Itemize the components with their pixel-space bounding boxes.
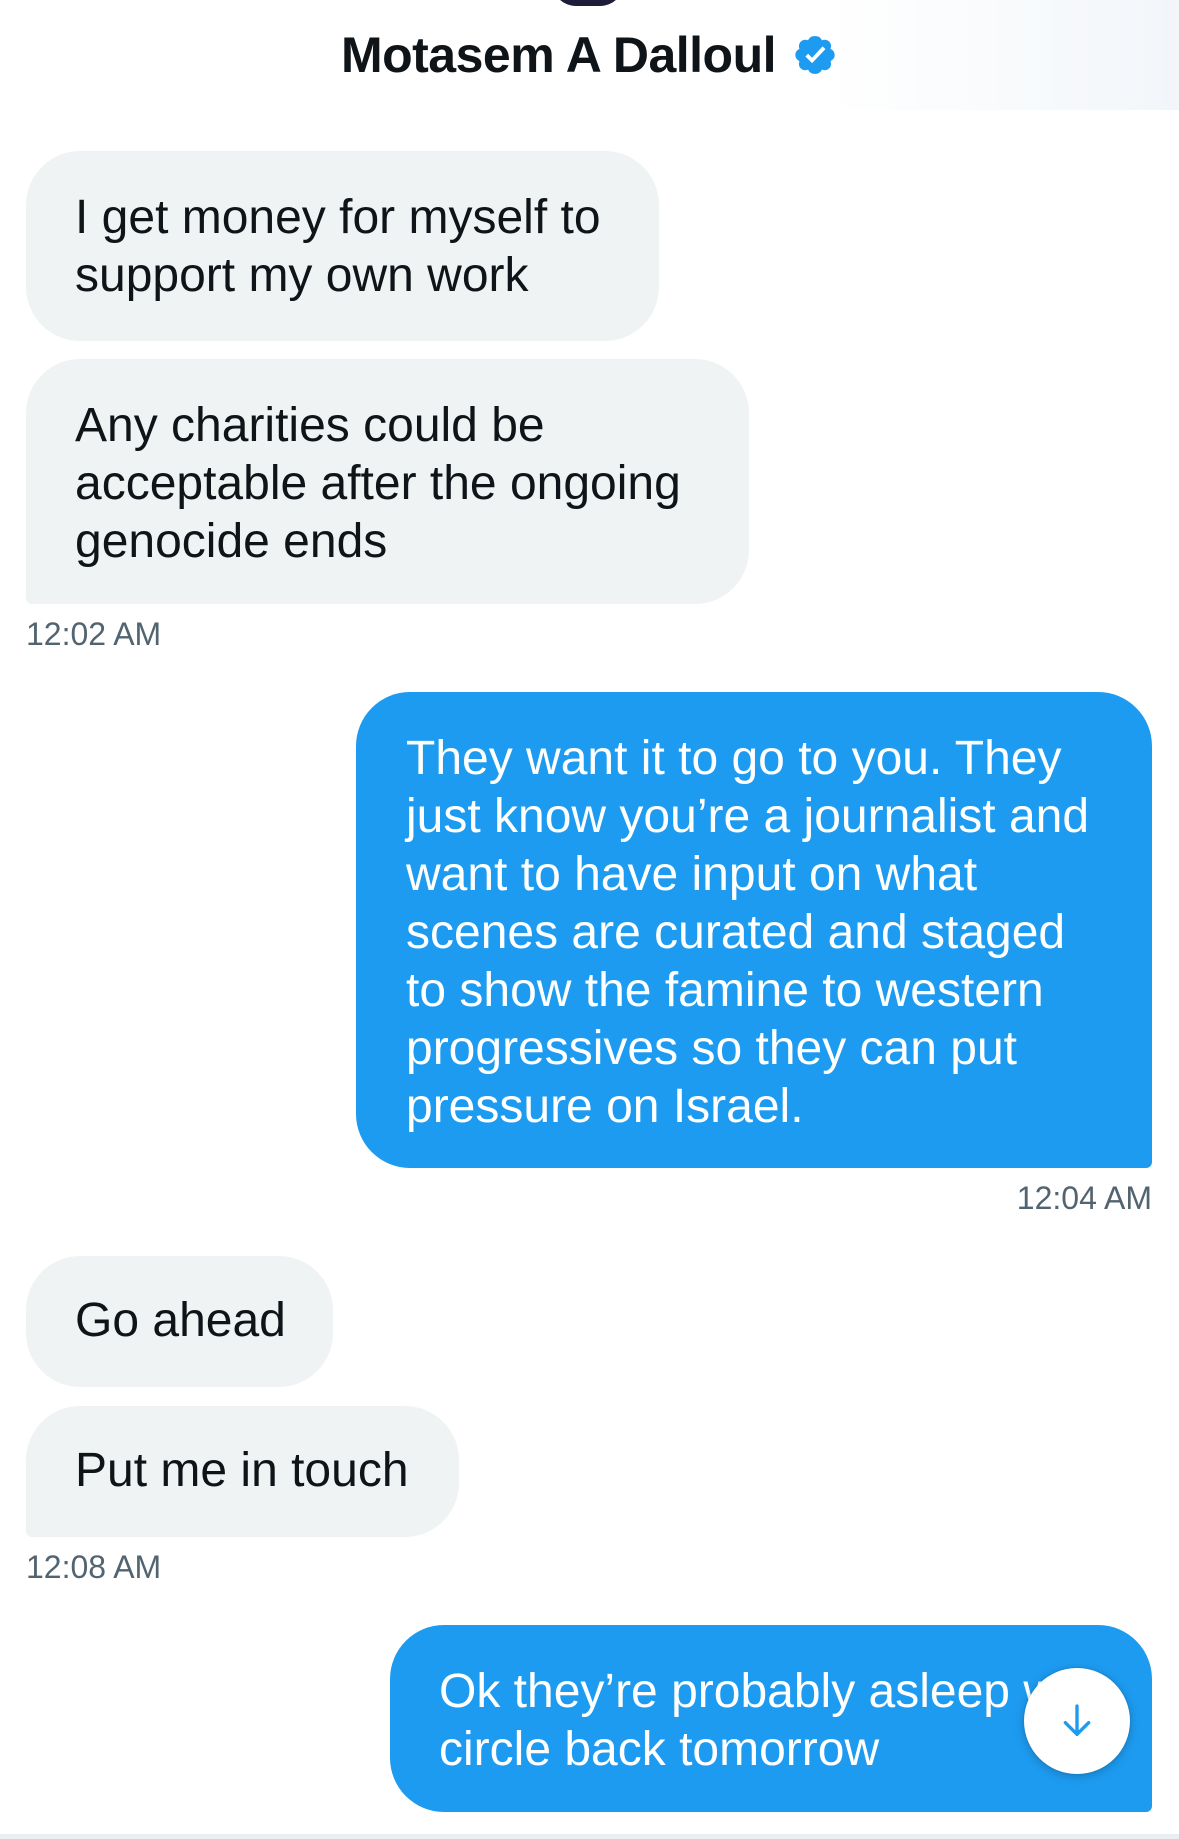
page-title[interactable]: Motasem A Dalloul xyxy=(341,26,777,84)
incoming-message[interactable]: Put me in touch xyxy=(26,1406,459,1537)
message-timestamp: 12:08 AM xyxy=(26,1549,162,1585)
verified-badge-icon xyxy=(795,36,835,74)
incoming-message[interactable]: I get money for myself to support my own… xyxy=(26,151,659,341)
arrow-down-icon xyxy=(1063,1704,1091,1736)
message-text: Put me in touch xyxy=(75,1444,409,1497)
message-text: I get money for myself to support my own… xyxy=(75,191,601,302)
avatar[interactable] xyxy=(552,0,624,6)
conversation-header: Motasem A Dalloul xyxy=(0,0,1179,110)
title-row: Motasem A Dalloul xyxy=(0,26,1179,84)
scroll-to-bottom-button[interactable] xyxy=(1024,1668,1130,1774)
message-text: Go ahead xyxy=(75,1294,286,1347)
outgoing-message[interactable]: They want it to go to you. They just kno… xyxy=(356,692,1152,1168)
message-timestamp: 12:04 AM xyxy=(1016,1180,1152,1216)
message-text: Any charities could be acceptable after … xyxy=(75,399,681,568)
divider xyxy=(0,1834,1179,1839)
incoming-message[interactable]: Any charities could be acceptable after … xyxy=(26,359,749,604)
incoming-message[interactable]: Go ahead xyxy=(26,1256,333,1387)
message-text: They want it to go to you. They just kno… xyxy=(406,732,1090,1133)
message-text: Ok they’re probably asleep w circle back… xyxy=(439,1665,1058,1776)
message-timestamp: 12:02 AM xyxy=(26,616,162,652)
